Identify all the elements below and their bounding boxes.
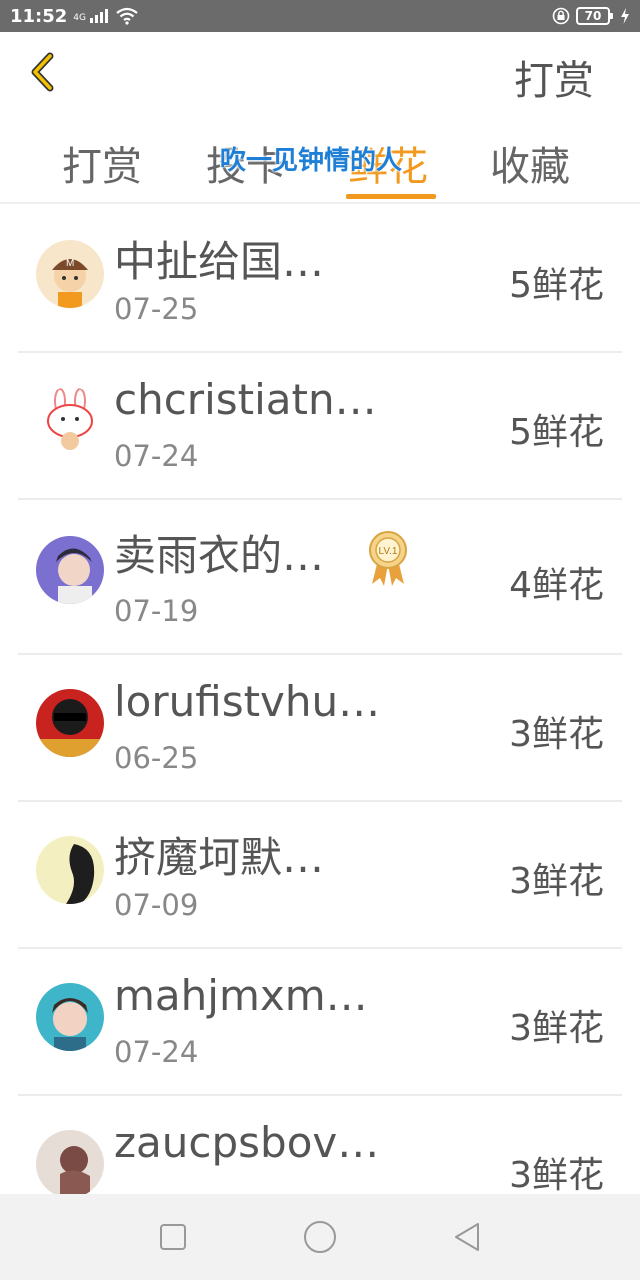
user-name: zaucpsbov… xyxy=(114,1118,380,1167)
user-name: 挤魔坷默… xyxy=(114,833,325,882)
header: 打赏 xyxy=(0,32,640,116)
girl-silhouette-avatar-icon xyxy=(36,836,104,904)
network-type: 4G xyxy=(73,13,86,23)
signal-icon: 4G xyxy=(73,9,108,23)
overlay-caption: 吹一见钟情的人 xyxy=(220,146,403,176)
date: 07-24 xyxy=(114,1035,199,1069)
avatar[interactable] xyxy=(36,836,104,904)
list-item[interactable]: zaucpsbov… 3鲜花 xyxy=(0,1096,640,1194)
list-item[interactable]: M 中扯给国… 07-25 5鲜花 xyxy=(0,206,640,353)
sunglasses-avatar-icon xyxy=(36,689,104,757)
user-name: lorufistvhu… xyxy=(114,677,381,726)
charging-icon xyxy=(621,8,629,24)
list-item[interactable]: mahjmxm… 07-24 3鲜花 xyxy=(0,949,640,1096)
back-button[interactable] xyxy=(20,50,64,94)
user-name: mahjmxm… xyxy=(114,971,368,1020)
svg-text:M: M xyxy=(66,258,74,269)
square-icon xyxy=(160,1224,187,1250)
status-time: 11:52 xyxy=(10,5,68,27)
flower-list: M 中扯给国… 07-25 5鲜花 chcristiatn… 07-24 5鲜花 xyxy=(0,206,640,1194)
flower-amount: 3鲜花 xyxy=(509,861,604,902)
boy-photo-avatar-icon xyxy=(36,983,104,1051)
level-badge-icon: LV.1 xyxy=(369,531,407,586)
avatar[interactable] xyxy=(36,689,104,757)
flower-amount: 3鲜花 xyxy=(509,1155,604,1194)
avatar[interactable] xyxy=(36,1130,104,1194)
bunny-avatar-icon xyxy=(36,387,104,455)
dark-photo-avatar-icon xyxy=(36,1130,104,1194)
wifi-icon xyxy=(116,7,138,25)
tab-reward[interactable]: 打赏 xyxy=(62,134,142,192)
flower-amount: 5鲜花 xyxy=(509,265,604,306)
cartoon-boy-avatar-icon: M xyxy=(36,240,104,308)
system-nav-bar xyxy=(0,1194,640,1280)
status-bar: 11:52 4G 70 xyxy=(0,0,640,32)
date: 07-24 xyxy=(114,439,199,473)
chevron-left-icon xyxy=(31,52,54,92)
list-item[interactable]: 卖雨衣的… LV.1 07-19 4鲜花 xyxy=(0,500,640,655)
tab-favorites[interactable]: 收藏 xyxy=(490,134,570,192)
battery-icon: 70 xyxy=(576,7,613,25)
photo-avatar-icon xyxy=(36,536,104,604)
avatar[interactable] xyxy=(36,983,104,1051)
avatar[interactable] xyxy=(36,536,104,604)
date: 06-25 xyxy=(114,741,199,775)
user-name: chcristiatn… xyxy=(114,375,377,424)
tab-active-indicator xyxy=(346,194,436,199)
triangle-back-icon xyxy=(454,1223,479,1251)
user-name: 卖雨衣的… xyxy=(114,531,325,580)
list-item[interactable]: chcristiatn… 07-24 5鲜花 xyxy=(0,353,640,500)
date: 07-25 xyxy=(114,292,199,326)
lock-rotation-icon xyxy=(552,7,570,25)
nav-back-button[interactable] xyxy=(447,1217,487,1257)
flower-amount: 3鲜花 xyxy=(509,1008,604,1049)
tab-bar: 打赏 投卡 鲜花 收藏 吹一见钟情的人 xyxy=(0,116,640,204)
home-button[interactable] xyxy=(300,1217,340,1257)
user-name: 中扯给国… xyxy=(114,237,325,286)
avatar[interactable] xyxy=(36,387,104,455)
flower-amount: 4鲜花 xyxy=(509,565,604,606)
reward-button[interactable]: 打赏 xyxy=(514,48,594,106)
list-item[interactable]: lorufistvhu… 06-25 3鲜花 xyxy=(0,655,640,802)
list-item[interactable]: 挤魔坷默… 07-09 3鲜花 xyxy=(0,802,640,949)
badge-level: LV.1 xyxy=(379,546,398,557)
date: 07-19 xyxy=(114,594,199,628)
circle-icon xyxy=(303,1221,336,1253)
recent-apps-button[interactable] xyxy=(153,1217,193,1257)
avatar[interactable]: M xyxy=(36,240,104,308)
battery-level: 70 xyxy=(584,9,602,23)
flower-amount: 3鲜花 xyxy=(509,714,604,755)
flower-amount: 5鲜花 xyxy=(509,412,604,453)
date: 07-09 xyxy=(114,888,199,922)
